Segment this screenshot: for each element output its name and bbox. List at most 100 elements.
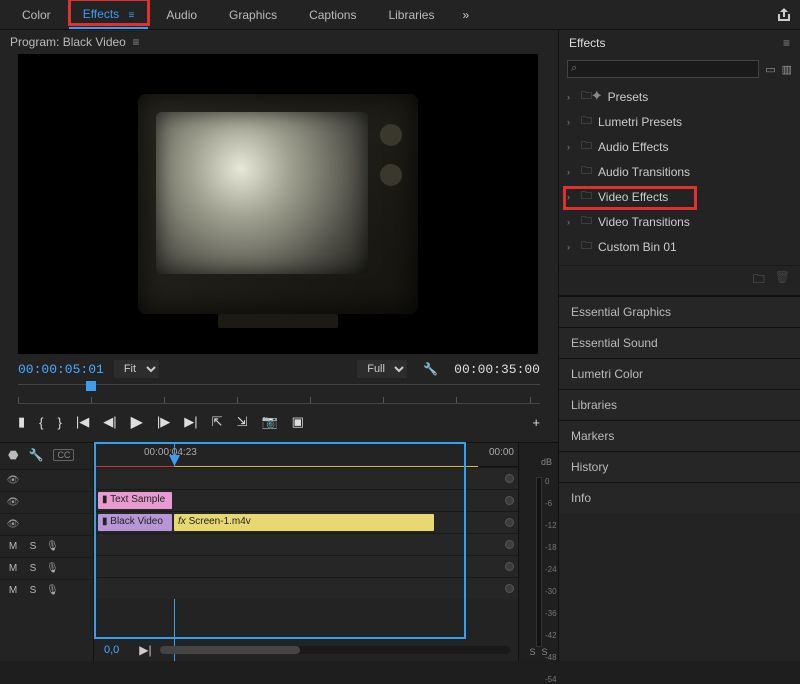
tree-item-lumetri-presets[interactable]: ›🗀Lumetri Presets — [565, 109, 794, 134]
program-ruler[interactable] — [18, 384, 540, 404]
resolution-select[interactable]: Full — [357, 360, 407, 378]
yuv-filter-icon[interactable]: ▥ — [782, 63, 792, 76]
program-timecode[interactable]: 00:00:05:01 — [18, 362, 104, 377]
solo-button[interactable]: S — [26, 541, 40, 552]
scrollbar-thumb[interactable] — [160, 646, 300, 654]
chevron-right-icon: › — [567, 142, 575, 152]
program-panel-menu-icon[interactable]: ≡ — [133, 35, 140, 49]
folder-icon: 🗀 — [581, 112, 592, 131]
audio-track-header-1[interactable]: M S 🎙 — [0, 535, 93, 557]
timeline-tracks[interactable]: 00:00:04:23 00:00 ▮ Text Sample ▮ Black … — [94, 443, 518, 661]
extract-icon[interactable]: ⇲ — [237, 414, 248, 430]
captions-toggle[interactable]: CC — [53, 449, 74, 461]
lift-icon[interactable]: ⇱ — [212, 414, 223, 430]
play-icon[interactable]: ▶ — [131, 412, 143, 432]
mic-icon[interactable]: 🎙 — [46, 585, 59, 596]
keyframe-toggle[interactable] — [505, 496, 514, 505]
tab-effects-menu-icon[interactable]: ≡ — [129, 10, 135, 21]
mic-icon[interactable]: 🎙 — [46, 541, 59, 552]
video-track-header-3[interactable]: 👁 — [0, 469, 93, 491]
meter-solo-l[interactable]: S — [529, 647, 535, 657]
eye-icon[interactable]: 👁 — [6, 497, 20, 508]
mute-button[interactable]: M — [6, 541, 20, 552]
tree-item-audio-effects[interactable]: ›🗀Audio Effects — [565, 134, 794, 159]
panel-essential-graphics[interactable]: Essential Graphics — [559, 296, 800, 327]
effects-panel-menu-icon[interactable]: ≡ — [783, 36, 790, 50]
clip-black-video[interactable]: ▮ Black Video — [98, 514, 172, 531]
mute-button[interactable]: M — [6, 563, 20, 574]
timeline-settings-icon[interactable]: 🔧 — [28, 448, 43, 462]
effects-panel-title: Effects — [569, 36, 605, 50]
zoom-select[interactable]: Fit — [114, 360, 159, 378]
audio-track-2[interactable] — [94, 555, 518, 577]
tab-effects[interactable]: Effects ≡ — [69, 1, 149, 29]
tree-item-video-effects[interactable]: ›🗀Video Effects — [565, 184, 794, 209]
clip-text-sample[interactable]: ▮ Text Sample — [98, 492, 172, 509]
timeline-zoom-value[interactable]: 0,0 — [104, 644, 119, 656]
mic-icon[interactable]: 🎙 — [46, 563, 59, 574]
keyframe-toggle[interactable] — [505, 562, 514, 571]
step-back-icon[interactable]: ◀| — [103, 414, 116, 430]
keyframe-toggle[interactable] — [505, 584, 514, 593]
share-icon[interactable] — [776, 8, 792, 22]
tree-item-video-transitions[interactable]: ›🗀Video Transitions — [565, 209, 794, 234]
audio-track-header-3[interactable]: M S 🎙 — [0, 579, 93, 601]
tab-audio[interactable]: Audio — [152, 2, 211, 28]
effects-search-input[interactable] — [567, 60, 759, 78]
tab-captions[interactable]: Captions — [295, 2, 370, 28]
panel-essential-sound[interactable]: Essential Sound — [559, 327, 800, 358]
delete-icon[interactable]: 🗑 — [775, 270, 790, 291]
panel-lumetri-color[interactable]: Lumetri Color — [559, 358, 800, 389]
tab-graphics[interactable]: Graphics — [215, 2, 291, 28]
solo-button[interactable]: S — [26, 563, 40, 574]
export-frame-icon[interactable]: 📷 — [261, 414, 277, 430]
new-bin-icon[interactable]: 🗀 — [753, 270, 765, 291]
program-playhead[interactable] — [86, 381, 96, 391]
tab-color[interactable]: Color — [8, 2, 65, 28]
video-track-2[interactable]: ▮ Text Sample — [94, 489, 518, 511]
keyframe-toggle[interactable] — [505, 474, 514, 483]
settings-wrench-icon[interactable]: 🔧 — [423, 362, 438, 376]
effects-panel: Effects ≡ ⌕ ▭ ▥ ›🗀✦Presets ›🗀Lumetri Pre… — [559, 30, 800, 296]
eye-icon[interactable]: 👁 — [6, 475, 20, 486]
skip-gap-icon[interactable]: ▶| — [139, 643, 151, 657]
in-point-icon[interactable]: { — [39, 415, 43, 430]
clip-screen[interactable]: fx Screen-1.m4v — [174, 514, 434, 531]
meter-solo-r[interactable]: S — [542, 647, 548, 657]
audio-track-3[interactable] — [94, 577, 518, 599]
timeline-ruler[interactable]: 00:00:04:23 00:00 — [94, 443, 518, 467]
tabs-overflow-icon[interactable]: » — [452, 8, 479, 22]
tree-item-presets[interactable]: ›🗀✦Presets — [565, 84, 794, 109]
step-forward-icon[interactable]: |▶ — [157, 414, 170, 430]
chevron-right-icon: › — [567, 167, 575, 177]
audio-track-header-2[interactable]: M S 🎙 — [0, 557, 93, 579]
comparison-view-icon[interactable]: ▣ — [292, 414, 304, 430]
video-track-header-1[interactable]: 👁 — [0, 513, 93, 535]
out-point-icon[interactable]: } — [58, 415, 62, 430]
video-track-1[interactable]: ▮ Black Video fx Screen-1.m4v — [94, 511, 518, 533]
panel-history[interactable]: History — [559, 451, 800, 482]
fx-badge-filter-icon[interactable]: ▭ — [765, 63, 775, 76]
go-to-in-icon[interactable]: |◀ — [76, 414, 89, 430]
button-editor-icon[interactable]: + — [532, 415, 540, 430]
video-track-header-2[interactable]: 👁 — [0, 491, 93, 513]
audio-meter: dB 0-6-12 -18-24-30 -36-42-48 -54 S S — [518, 443, 558, 661]
marker-icon[interactable]: ▮ — [18, 414, 25, 430]
mute-button[interactable]: M — [6, 585, 20, 596]
panel-info[interactable]: Info — [559, 482, 800, 513]
keyframe-toggle[interactable] — [505, 518, 514, 527]
tab-libraries[interactable]: Libraries — [374, 2, 448, 28]
audio-track-1[interactable] — [94, 533, 518, 555]
video-track-3[interactable] — [94, 467, 518, 489]
panel-markers[interactable]: Markers — [559, 420, 800, 451]
program-monitor[interactable] — [18, 54, 538, 354]
tree-item-audio-transitions[interactable]: ›🗀Audio Transitions — [565, 159, 794, 184]
keyframe-toggle[interactable] — [505, 540, 514, 549]
panel-libraries[interactable]: Libraries — [559, 389, 800, 420]
timeline-scrollbar[interactable] — [160, 646, 510, 654]
tree-item-custom-bin[interactable]: ›🗀Custom Bin 01 — [565, 234, 794, 259]
solo-button[interactable]: S — [26, 585, 40, 596]
go-to-out-icon[interactable]: ▶| — [184, 414, 197, 430]
eye-icon[interactable]: 👁 — [6, 519, 20, 530]
snap-icon[interactable]: ⬣ — [8, 448, 18, 462]
